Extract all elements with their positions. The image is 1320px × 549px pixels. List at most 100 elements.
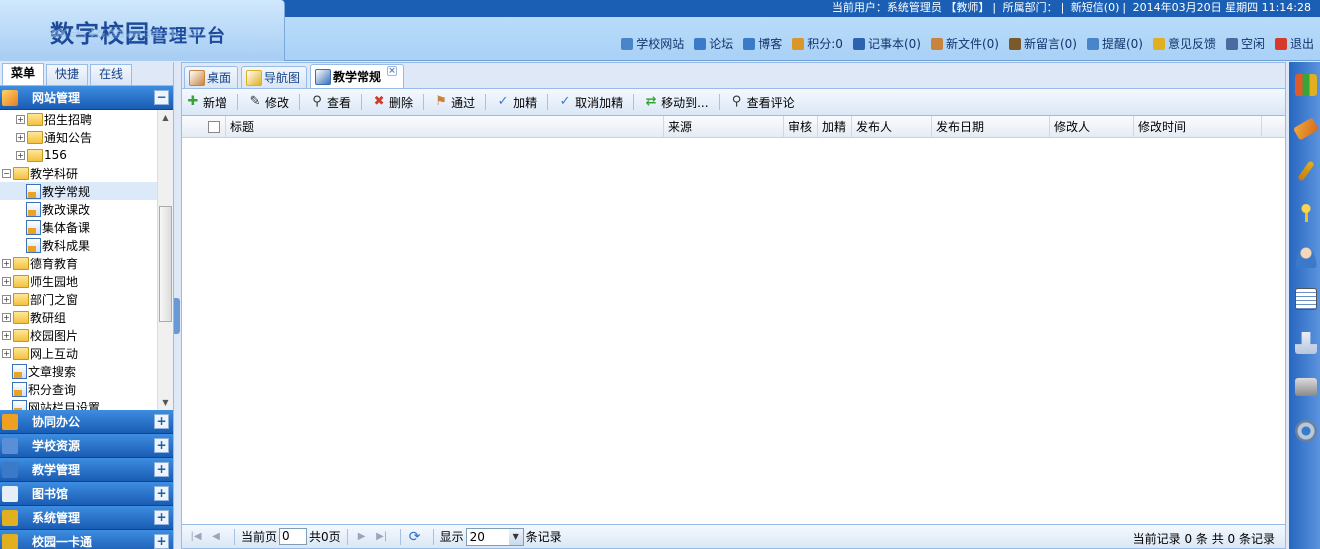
pencil-icon[interactable] — [1297, 160, 1315, 182]
expand-icon[interactable]: + — [154, 510, 169, 525]
expand-icon[interactable]: + — [2, 330, 11, 340]
expand-icon[interactable]: + — [154, 438, 169, 453]
refresh-icon[interactable]: ⟳ — [407, 529, 423, 545]
accordion-header[interactable]: 校园一卡通 + — [0, 530, 173, 549]
collapse-icon[interactable]: − — [154, 90, 169, 105]
collapse-handle[interactable] — [174, 298, 180, 334]
tab-online[interactable]: 在线 — [90, 64, 132, 85]
column-header[interactable]: 标题 — [226, 115, 664, 138]
tab[interactable]: 桌面 — [184, 66, 239, 88]
toolbar-button[interactable]: ⇄ 移动到... — [644, 94, 709, 111]
tree-node[interactable]: + 校园图片 — [0, 326, 173, 344]
top-link[interactable]: 学校网站 — [621, 35, 684, 52]
tree-node[interactable]: + 招生招聘 — [0, 110, 173, 128]
next-page-icon[interactable]: ▶ — [354, 529, 370, 545]
top-link[interactable]: 新文件(0) — [930, 35, 999, 52]
document-list-icon[interactable] — [1295, 288, 1317, 310]
top-link[interactable]: 论坛 — [694, 35, 733, 52]
books-icon[interactable] — [1295, 74, 1317, 96]
accordion-header-website[interactable]: 网站管理 − — [0, 86, 173, 110]
first-page-icon[interactable]: |◀ — [188, 529, 204, 545]
scroll-up-icon[interactable]: ▲ — [158, 110, 173, 125]
tree-scrollbar[interactable]: ▲ ▼ — [157, 110, 173, 410]
eraser-icon[interactable] — [1292, 117, 1320, 141]
scroll-down-icon[interactable]: ▼ — [158, 395, 173, 410]
tree-node[interactable]: 集体备课 — [0, 218, 173, 236]
accordion-header[interactable]: 图书馆 + — [0, 482, 173, 506]
toolbar-button[interactable]: ✎ 修改 — [248, 94, 289, 111]
tab-menu[interactable]: 菜单 — [2, 63, 44, 85]
accordion-header[interactable]: 教学管理 + — [0, 458, 173, 482]
sms-link[interactable]: 新短信(0) — [1071, 1, 1120, 14]
expand-icon[interactable]: + — [2, 348, 11, 358]
column-header[interactable]: 加精 — [818, 115, 852, 138]
collapse-icon[interactable]: − — [2, 168, 11, 178]
tree-node[interactable]: 教学常规 — [0, 182, 173, 200]
toolbar-button[interactable]: ⚲ 查看 — [310, 94, 351, 111]
tree-node[interactable]: 教改课改 — [0, 200, 173, 218]
tree-node[interactable]: + 部门之窗 — [0, 290, 173, 308]
expand-icon[interactable]: + — [2, 258, 11, 268]
accordion-header[interactable]: 学校资源 + — [0, 434, 173, 458]
top-link[interactable]: 新留言(0) — [1008, 35, 1077, 52]
top-link[interactable]: 博客 — [743, 35, 782, 52]
column-header[interactable]: 修改人 — [1050, 115, 1134, 138]
tab[interactable]: 导航图 — [241, 66, 308, 88]
accordion-header[interactable]: 协同办公 + — [0, 410, 173, 434]
column-header[interactable]: 来源 — [664, 115, 784, 138]
accordion-header[interactable]: 系统管理 + — [0, 506, 173, 530]
tree-node[interactable]: + 德育教育 — [0, 254, 173, 272]
expand-icon[interactable]: + — [154, 486, 169, 501]
tree-node[interactable]: 教科成果 — [0, 236, 173, 254]
panel-splitter[interactable] — [174, 62, 181, 549]
toolbar-button[interactable]: ✚ 新增 — [186, 94, 227, 111]
column-header[interactable]: 修改时间 — [1134, 115, 1262, 138]
select-all-checkbox[interactable] — [208, 121, 220, 133]
key-icon[interactable] — [1300, 204, 1312, 222]
user-icon[interactable] — [1295, 246, 1317, 268]
tree-node[interactable]: + 教研组 — [0, 308, 173, 326]
tree-node[interactable]: 积分查询 — [0, 380, 173, 398]
column-header[interactable]: 发布日期 — [932, 115, 1050, 138]
top-link[interactable]: 记事本(0) — [852, 35, 921, 52]
toolbar-button[interactable]: ⚑ 通过 — [434, 94, 475, 111]
last-page-icon[interactable]: ▶| — [374, 529, 390, 545]
tree-node[interactable]: + 网上互动 — [0, 344, 173, 362]
top-link[interactable]: 空闲 — [1225, 35, 1265, 52]
column-header[interactable]: 发布人 — [852, 115, 932, 138]
toolbar-button[interactable]: ⚲ 查看评论 — [730, 94, 795, 111]
close-icon[interactable]: × — [387, 66, 398, 76]
toolbar-button[interactable]: ✓ 取消加精 — [558, 94, 623, 111]
tree-node[interactable]: + 通知公告 — [0, 128, 173, 146]
expand-icon[interactable]: + — [16, 150, 25, 160]
tree-node[interactable]: 文章搜索 — [0, 362, 173, 380]
download-icon[interactable] — [1295, 332, 1317, 354]
scroll-thumb[interactable] — [159, 206, 172, 322]
expand-icon[interactable]: + — [2, 312, 11, 322]
expand-icon[interactable]: + — [2, 294, 11, 304]
expand-icon[interactable]: + — [16, 114, 25, 124]
expand-icon[interactable]: + — [154, 534, 169, 549]
page-size-select[interactable]: 20 ▼ — [465, 527, 524, 546]
current-page-input[interactable]: 0 — [279, 528, 308, 545]
expand-icon[interactable]: + — [2, 276, 11, 286]
expand-icon[interactable]: + — [16, 132, 25, 142]
printer-icon[interactable] — [1295, 378, 1317, 396]
settings-gear-icon[interactable] — [1295, 420, 1317, 442]
top-link[interactable]: 提醒(0) — [1086, 35, 1143, 52]
tree-node[interactable]: 网站栏目设置 — [0, 398, 173, 410]
tree-node[interactable]: +156 — [0, 146, 173, 164]
tab-shortcuts[interactable]: 快捷 — [46, 64, 88, 85]
tree-node[interactable]: − 教学科研 — [0, 164, 173, 182]
tree-node[interactable]: + 师生园地 — [0, 272, 173, 290]
tab[interactable]: 教学常规 × — [310, 64, 405, 88]
column-header[interactable]: 审核 — [784, 115, 818, 138]
prev-page-icon[interactable]: ◀ — [208, 529, 224, 545]
top-link[interactable]: 积分:0 — [792, 35, 843, 52]
expand-icon[interactable]: + — [154, 462, 169, 477]
expand-icon[interactable]: + — [154, 414, 169, 429]
top-link[interactable]: 退出 — [1274, 35, 1314, 52]
top-link[interactable]: 意见反馈 — [1152, 35, 1216, 52]
toolbar-button[interactable]: ✖ 删除 — [372, 94, 413, 111]
toolbar-button[interactable]: ✓ 加精 — [496, 94, 537, 111]
